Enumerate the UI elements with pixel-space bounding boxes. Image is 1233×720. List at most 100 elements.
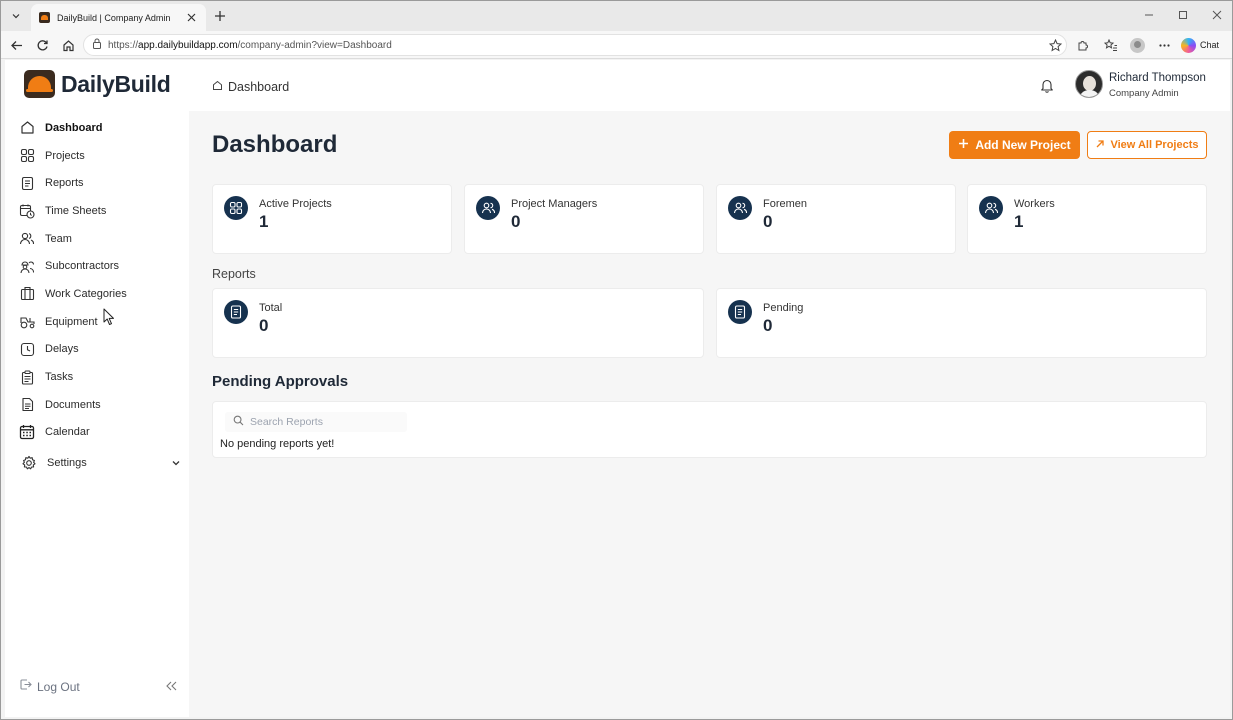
sidebar-item-label: Projects: [45, 149, 85, 162]
stat-card-workers[interactable]: Workers 1: [967, 184, 1207, 254]
home-icon[interactable]: [59, 36, 77, 54]
stat-card-pending-reports[interactable]: Pending 0: [716, 288, 1207, 358]
logout-label: Log Out: [37, 680, 80, 694]
reports-section-label: Reports: [212, 267, 256, 281]
url-field[interactable]: https://app.dailybuildapp.com/company-ad…: [83, 34, 1067, 56]
stat-label: Pending: [763, 302, 804, 314]
search-input[interactable]: [250, 416, 400, 428]
users-icon: [728, 196, 752, 220]
breadcrumb-label: Dashboard: [228, 80, 290, 94]
sidebar-item-label: Dashboard: [45, 121, 103, 134]
add-new-project-label: Add New Project: [975, 138, 1071, 152]
favicon-icon: [39, 12, 50, 23]
calendar-icon: [18, 423, 36, 441]
avatar[interactable]: [1075, 70, 1103, 98]
gear-icon: [20, 454, 38, 472]
stat-card-total-reports[interactable]: Total 0: [212, 288, 704, 358]
tab-strip: DailyBuild | Company Admin: [1, 1, 1232, 31]
sidebar-item-work-categories[interactable]: Work Categories: [5, 280, 189, 308]
stat-value: 0: [259, 316, 269, 335]
workers-icon: [18, 257, 36, 275]
logout-button[interactable]: Log Out: [19, 678, 80, 696]
copilot-icon: [1181, 37, 1196, 53]
clock-icon: [18, 340, 36, 358]
sidebar-item-subcontractors[interactable]: Subcontractors: [5, 252, 189, 280]
sidebar-item-equipment[interactable]: Equipment: [5, 308, 189, 336]
user-role: Company Admin: [1109, 88, 1179, 99]
empty-state-message: No pending reports yet!: [220, 438, 335, 450]
sidebar-item-team[interactable]: Team: [5, 225, 189, 253]
sidebar-item-tasks[interactable]: Tasks: [5, 363, 189, 391]
extensions-icon[interactable]: [1073, 36, 1091, 54]
minimize-icon[interactable]: [1141, 7, 1157, 23]
new-tab-plus-icon[interactable]: [211, 7, 229, 25]
grid-icon: [224, 196, 248, 220]
hard-hat-logo-icon: [24, 70, 55, 98]
stat-value: 1: [1014, 212, 1024, 231]
sidebar-item-label: Documents: [45, 398, 101, 411]
logout-icon: [19, 678, 32, 696]
chevron-down-icon[interactable]: [171, 458, 181, 468]
browser-tab[interactable]: DailyBuild | Company Admin: [31, 4, 206, 31]
url-text: https://app.dailybuildapp.com/company-ad…: [108, 40, 392, 51]
sidebar-item-dashboard[interactable]: Dashboard: [5, 114, 189, 142]
refresh-icon[interactable]: [33, 36, 51, 54]
view-all-projects-button[interactable]: View All Projects: [1087, 131, 1207, 159]
back-arrow-icon[interactable]: [7, 36, 25, 54]
calendar-clock-icon: [18, 202, 36, 220]
clipboard-icon: [18, 368, 36, 386]
sidebar-item-time-sheets[interactable]: Time Sheets: [5, 197, 189, 225]
url-prefix: https://: [108, 39, 139, 51]
external-arrow-icon: [1095, 136, 1105, 154]
stat-value: 0: [763, 316, 773, 335]
grid-icon: [18, 147, 36, 165]
browser-window: DailyBuild | Company Admin https://app.d…: [0, 0, 1233, 720]
sidebar-item-projects[interactable]: Projects: [5, 142, 189, 170]
plus-icon: [958, 136, 969, 154]
tractor-icon: [18, 313, 36, 331]
document-icon: [18, 174, 36, 192]
sidebar: DailyBuild Dashboard Projects Reports Ti…: [5, 60, 189, 717]
collapse-sidebar-icon[interactable]: [164, 679, 178, 693]
sidebar-item-calendar[interactable]: Calendar: [5, 419, 189, 447]
top-bar: Dashboard Richard Thompson Company Admin: [189, 60, 1230, 111]
maximize-icon[interactable]: [1175, 7, 1191, 23]
sidebar-nav: Dashboard Projects Reports Time Sheets T…: [5, 114, 189, 477]
sidebar-item-label: Tasks: [45, 371, 74, 384]
add-new-project-button[interactable]: Add New Project: [949, 131, 1080, 159]
breadcrumb[interactable]: Dashboard: [212, 78, 289, 96]
favorite-star-icon[interactable]: [1046, 36, 1064, 54]
copilot-chat-button[interactable]: Chat: [1181, 36, 1219, 54]
close-icon[interactable]: [184, 11, 198, 25]
tab-list-chevron-icon[interactable]: [7, 7, 25, 25]
profile-icon[interactable]: [1128, 36, 1146, 54]
sidebar-item-reports[interactable]: Reports: [5, 169, 189, 197]
document-icon: [224, 300, 248, 324]
user-name: Richard Thompson: [1109, 72, 1206, 84]
stat-label: Project Managers: [511, 198, 598, 210]
sidebar-item-settings[interactable]: Settings: [5, 449, 189, 477]
more-options-icon[interactable]: [1155, 36, 1173, 54]
sidebar-item-label: Calendar: [45, 426, 90, 439]
users-icon: [979, 196, 1003, 220]
favorites-icon[interactable]: [1102, 36, 1120, 54]
stat-card-project-managers[interactable]: Project Managers 0: [464, 184, 704, 254]
stat-value: 0: [511, 212, 521, 231]
sidebar-item-label: Delays: [45, 343, 79, 356]
mouse-cursor-icon: [103, 308, 114, 325]
users-icon: [18, 230, 36, 248]
notification-bell-icon[interactable]: [1039, 77, 1055, 93]
stat-card-foremen[interactable]: Foremen 0: [716, 184, 956, 254]
page-title: Dashboard: [212, 131, 338, 158]
sidebar-item-label: Subcontractors: [45, 260, 119, 273]
sidebar-item-documents[interactable]: Documents: [5, 391, 189, 419]
url-path: /company-admin?view=Dashboard: [237, 39, 392, 51]
window-close-icon[interactable]: [1209, 7, 1225, 23]
stat-card-active-projects[interactable]: Active Projects 1: [212, 184, 452, 254]
search-box[interactable]: [225, 412, 407, 432]
app-logo[interactable]: DailyBuild: [24, 70, 171, 98]
sidebar-item-label: Settings: [47, 457, 87, 470]
sidebar-item-delays[interactable]: Delays: [5, 336, 189, 364]
users-icon: [476, 196, 500, 220]
building-icon: [18, 285, 36, 303]
